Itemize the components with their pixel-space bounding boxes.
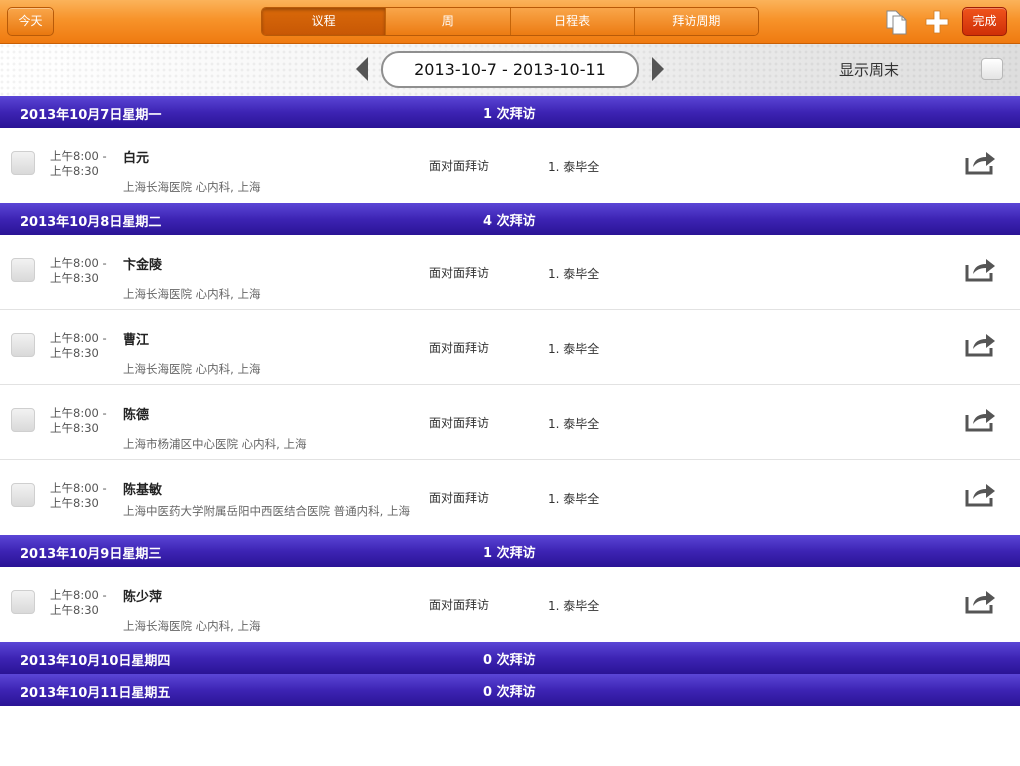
today-button[interactable]: 今天 — [7, 7, 54, 36]
tab-week[interactable]: 周 — [385, 8, 510, 35]
visit-row[interactable]: 上午8:00 - 上午8:30 曹江 上海长海医院 心内科, 上海 面对面拜访 1… — [0, 310, 1020, 385]
share-icon[interactable] — [964, 255, 997, 283]
visit-address: 上海市杨浦区中心医院 心内科, 上海 — [123, 437, 307, 451]
day-header-date: 2013年10月11日星期五 — [20, 686, 171, 701]
day-header-visit-count: 1 次拜访 — [483, 107, 536, 122]
day-header-visit-count: 4 次拜访 — [483, 214, 536, 229]
visit-type: 面对面拜访 — [429, 598, 490, 612]
visit-row[interactable]: 上午8:00 - 上午8:30 卞金陵 上海长海医院 心内科, 上海 面对面拜访 … — [0, 235, 1020, 310]
visit-representative: 1. 泰毕全 — [548, 267, 600, 281]
day-header: 2013年10月11日星期五 0 次拜访 — [0, 674, 1020, 706]
visit-contact-name: 曹江 — [123, 333, 150, 348]
agenda-list: 2013年10月7日星期一 1 次拜访 上午8:00 - 上午8:30 白元 上海… — [0, 96, 1020, 706]
tab-visit-cycle[interactable]: 拜访周期 — [633, 8, 758, 35]
previous-week-arrow-icon[interactable] — [354, 56, 370, 82]
top-toolbar: 今天 议程 周 日程表 拜访周期 完成 — [0, 0, 1020, 44]
visit-address: 上海长海医院 心内科, 上海 — [123, 362, 261, 376]
visit-representative: 1. 泰毕全 — [548, 417, 600, 431]
day-header-visit-count: 1 次拜访 — [483, 546, 536, 561]
visit-address: 上海长海医院 心内科, 上海 — [123, 180, 261, 194]
visit-checkbox[interactable] — [11, 408, 35, 432]
visit-representative: 1. 泰毕全 — [548, 160, 600, 174]
visit-representative: 1. 泰毕全 — [548, 492, 600, 506]
day-header-date: 2013年10月7日星期一 — [20, 108, 162, 123]
copy-icon[interactable] — [882, 8, 912, 36]
day-header-visit-count: 0 次拜访 — [483, 685, 536, 700]
visit-type: 面对面拜访 — [429, 491, 490, 505]
visit-representative: 1. 泰毕全 — [548, 599, 600, 613]
visit-time: 上午8:00 - 上午8:30 — [50, 256, 107, 285]
visit-checkbox[interactable] — [11, 151, 35, 175]
visit-row[interactable]: 上午8:00 - 上午8:30 陈德 上海市杨浦区中心医院 心内科, 上海 面对面… — [0, 385, 1020, 460]
share-icon[interactable] — [964, 330, 997, 358]
visit-row[interactable]: 上午8:00 - 上午8:30 陈少萍 上海长海医院 心内科, 上海 面对面拜访 … — [0, 567, 1020, 642]
visit-address: 上海长海医院 心内科, 上海 — [123, 619, 261, 633]
visit-type: 面对面拜访 — [429, 159, 490, 173]
visit-address: 上海长海医院 心内科, 上海 — [123, 287, 261, 301]
visit-type: 面对面拜访 — [429, 416, 490, 430]
visit-time: 上午8:00 - 上午8:30 — [50, 331, 107, 360]
show-weekend-checkbox[interactable] — [981, 58, 1003, 80]
visit-type: 面对面拜访 — [429, 341, 490, 355]
share-icon[interactable] — [964, 480, 997, 508]
visit-contact-name: 卞金陵 — [123, 258, 163, 273]
day-header: 2013年10月9日星期三 1 次拜访 — [0, 535, 1020, 567]
visit-time: 上午8:00 - 上午8:30 — [50, 149, 107, 178]
visit-address: 上海中医药大学附属岳阳中西医结合医院 普通内科, 上海 — [123, 504, 410, 518]
share-icon[interactable] — [964, 405, 997, 433]
visit-checkbox[interactable] — [11, 258, 35, 282]
visit-checkbox[interactable] — [11, 590, 35, 614]
day-header: 2013年10月7日星期一 1 次拜访 — [0, 96, 1020, 128]
tab-agenda[interactable]: 议程 — [262, 8, 386, 35]
day-header-date: 2013年10月10日星期四 — [20, 654, 171, 669]
share-icon[interactable] — [964, 148, 997, 176]
visit-checkbox[interactable] — [11, 333, 35, 357]
visit-time: 上午8:00 - 上午8:30 — [50, 406, 107, 435]
show-weekend-label: 显示周末 — [839, 61, 900, 79]
done-button[interactable]: 完成 — [962, 7, 1007, 36]
day-header-visit-count: 0 次拜访 — [483, 653, 536, 668]
visit-contact-name: 白元 — [123, 151, 150, 166]
day-header-date: 2013年10月9日星期三 — [20, 547, 162, 562]
visit-row[interactable]: 上午8:00 - 上午8:30 陈基敏 上海中医药大学附属岳阳中西医结合医院 普通… — [0, 460, 1020, 535]
visit-row[interactable]: 上午8:00 - 上午8:30 白元 上海长海医院 心内科, 上海 面对面拜访 1… — [0, 128, 1020, 203]
visit-representative: 1. 泰毕全 — [548, 342, 600, 356]
date-range-display[interactable]: 2013-10-7 - 2013-10-11 — [381, 51, 639, 88]
visit-type: 面对面拜访 — [429, 266, 490, 280]
plus-icon[interactable] — [922, 8, 952, 36]
share-icon[interactable] — [964, 587, 997, 615]
day-header: 2013年10月8日星期二 4 次拜访 — [0, 203, 1020, 235]
visit-checkbox[interactable] — [11, 483, 35, 507]
day-header: 2013年10月10日星期四 0 次拜访 — [0, 642, 1020, 674]
date-navigation-bar: 2013-10-7 - 2013-10-11 显示周末 — [0, 44, 1020, 96]
visit-contact-name: 陈少萍 — [123, 590, 163, 605]
visit-contact-name: 陈德 — [123, 408, 150, 423]
tab-schedule[interactable]: 日程表 — [509, 8, 634, 35]
visit-contact-name: 陈基敏 — [123, 483, 163, 498]
day-header-date: 2013年10月8日星期二 — [20, 215, 162, 230]
next-week-arrow-icon[interactable] — [650, 56, 666, 82]
visit-time: 上午8:00 - 上午8:30 — [50, 481, 107, 510]
view-segmented-control: 议程 周 日程表 拜访周期 — [261, 7, 759, 36]
visit-time: 上午8:00 - 上午8:30 — [50, 588, 107, 617]
